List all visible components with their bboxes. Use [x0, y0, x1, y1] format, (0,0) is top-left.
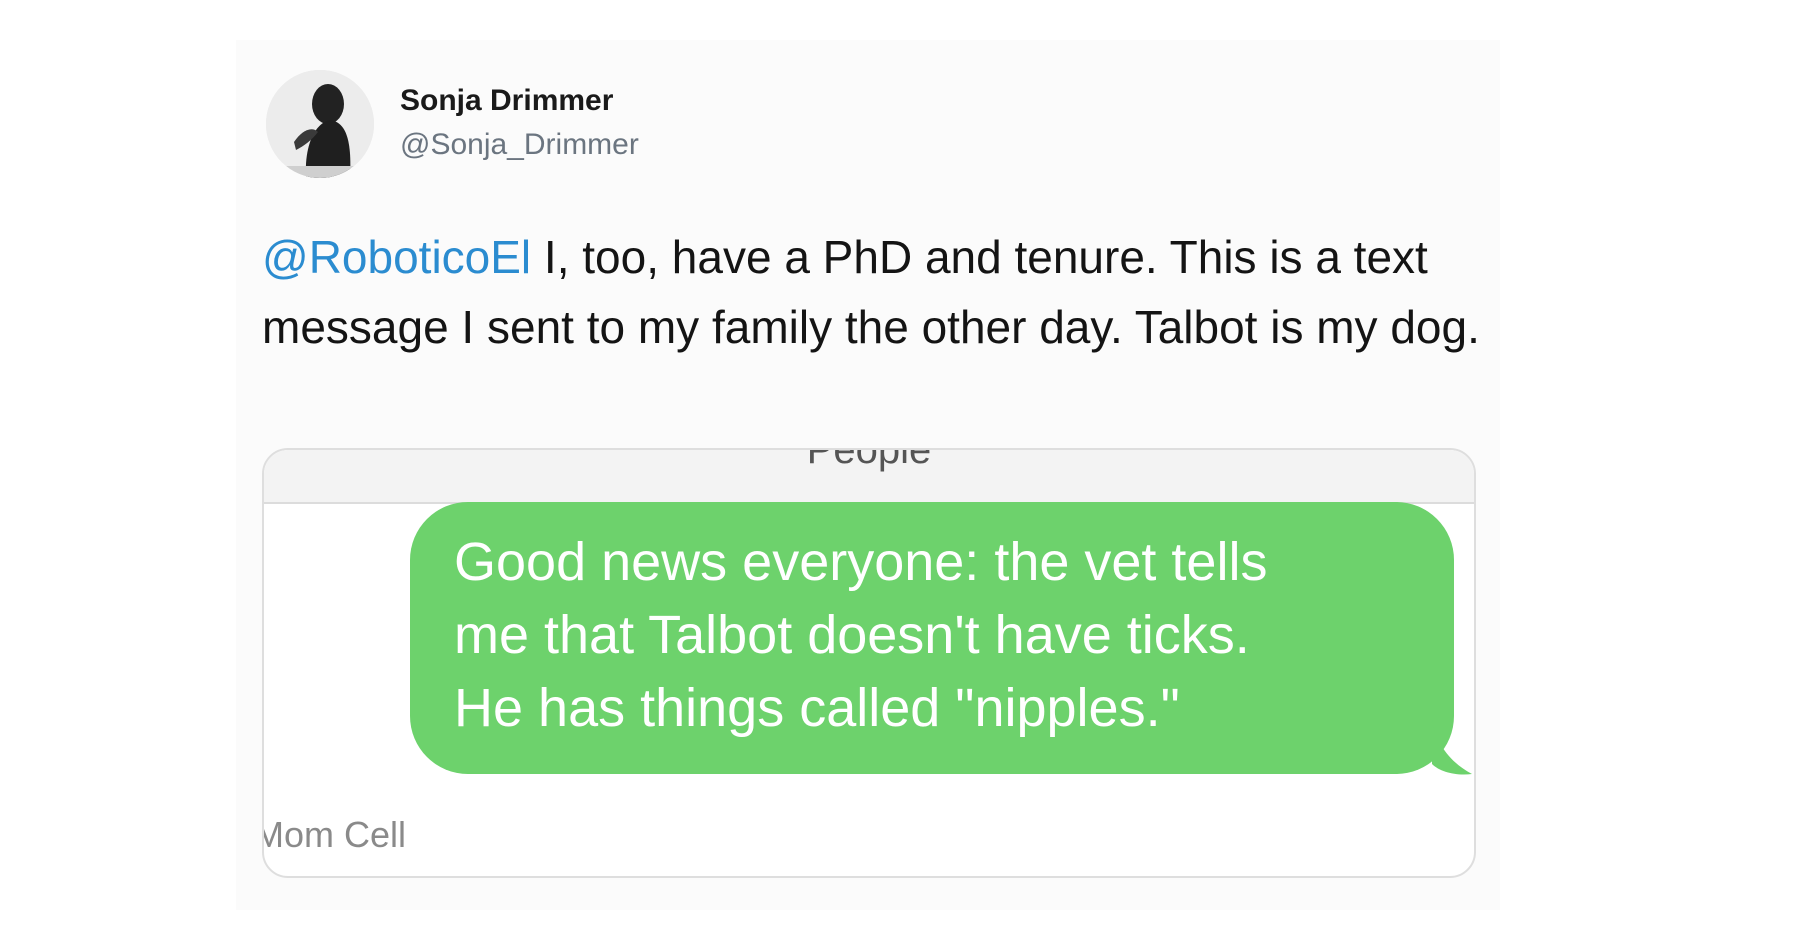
mention-link[interactable]: @RoboticoEl: [262, 231, 531, 283]
author-name[interactable]: Sonja Drimmer: [400, 84, 613, 118]
tweet-text: @RoboticoEl I, too, have a PhD and tenur…: [262, 222, 1502, 362]
author-handle[interactable]: @Sonja_Drimmer: [400, 128, 639, 162]
message-text: Good news everyone: the vet tells me tha…: [454, 526, 1444, 745]
message-header-label: People: [806, 448, 932, 472]
page: Sonja Drimmer @Sonja_Drimmer @RoboticoEl…: [0, 0, 1818, 944]
message-screenshot: People Good news everyone: the vet tells…: [262, 448, 1476, 878]
avatar[interactable]: [266, 70, 374, 178]
recipient-label: Mom Cell: [262, 814, 407, 855]
avatar-photo-icon: [266, 70, 374, 178]
message-line: me that Talbot doesn't have ticks.: [454, 605, 1250, 665]
message-line: He has things called "nipples.": [454, 678, 1180, 738]
message-line: Good news everyone: the vet tells: [454, 532, 1268, 592]
message-header: People: [264, 450, 1474, 504]
